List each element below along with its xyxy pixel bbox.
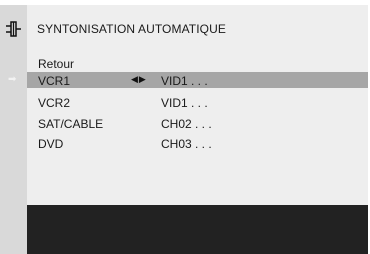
menu-sidebar: [0, 5, 27, 254]
menu-title: SYNTONISATION AUTOMATIQUE: [37, 22, 226, 36]
menu-item-sat-cable-label[interactable]: SAT/CABLE: [38, 117, 103, 131]
osd-screen: SYNTONISATION AUTOMATIQUE Retour ➡ ◀▶ VC…: [0, 0, 370, 254]
bottom-info-panel: [27, 205, 368, 254]
connector-icon: [6, 21, 21, 37]
back-menu-item[interactable]: Retour: [38, 57, 74, 71]
menu-item-sat-cable-value[interactable]: CH02 . . .: [161, 117, 212, 131]
menu-item-vcr2-label[interactable]: VCR2: [38, 96, 70, 110]
menu-item-vcr2-value[interactable]: VID1 . . .: [161, 96, 208, 110]
menu-item-dvd-value[interactable]: CH03 . . .: [161, 137, 212, 151]
left-right-arrows-icon[interactable]: ◀▶: [131, 74, 147, 85]
menu-item-dvd-label[interactable]: DVD: [38, 137, 63, 151]
menu-item-vcr1-value[interactable]: VID1 . . .: [161, 74, 208, 88]
right-arrow-icon: ➡: [8, 74, 17, 85]
menu-item-vcr1-label[interactable]: VCR1: [38, 74, 70, 88]
